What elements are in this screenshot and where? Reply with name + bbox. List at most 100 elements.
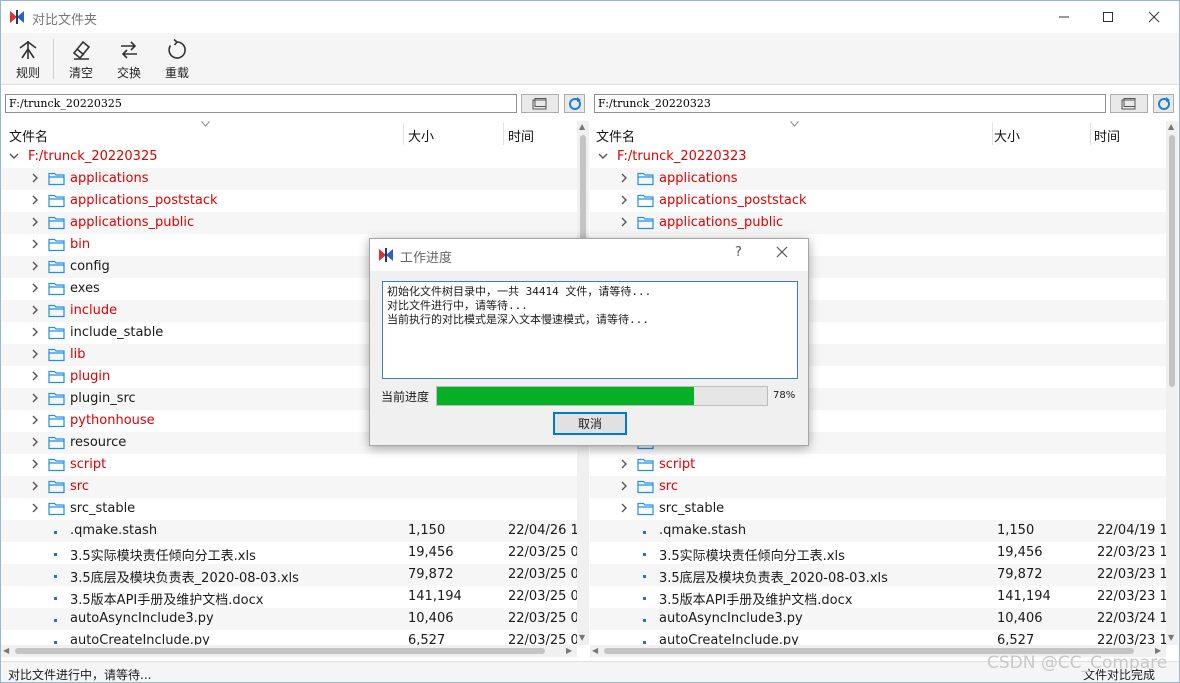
file-time: 22/03/25 0 [508, 611, 577, 626]
chevron-right-icon[interactable] [28, 325, 42, 339]
scroll-up-icon[interactable]: ▲ [1168, 122, 1174, 131]
chevron-right-icon[interactable] [617, 193, 631, 207]
left-refresh-button[interactable] [564, 94, 585, 113]
chevron-right-icon[interactable] [617, 479, 631, 493]
progress-log[interactable]: 初始化文件树目录中，一共 34414 文件，请等待... 对比文件进行中，请等待… [382, 281, 798, 379]
help-button[interactable]: ? [735, 245, 742, 260]
chevron-right-icon[interactable] [28, 413, 42, 427]
tree-root[interactable]: F:/trunck_20220323 [590, 146, 1166, 168]
folder-row[interactable]: applications_poststack [1, 190, 577, 212]
left-browse-button[interactable] [521, 94, 559, 113]
left-horizontal-scrollbar[interactable]: ◀ ▶ [1, 645, 577, 657]
left-horizontal-scroll-thumb[interactable] [15, 648, 545, 654]
file-row[interactable]: 3.5版本API手册及维护文档.docx 141,194 22/03/23 1 [590, 586, 1166, 608]
tree-root[interactable]: F:/trunck_20220325 [1, 146, 577, 168]
chevron-right-icon[interactable] [28, 215, 42, 229]
folder-row[interactable]: applications_public [1, 212, 577, 234]
column-size[interactable]: 大小 [408, 126, 434, 145]
maximize-button[interactable] [1085, 1, 1131, 33]
scroll-down-icon[interactable]: ▼ [1168, 633, 1174, 642]
column-size[interactable]: 大小 [994, 126, 1020, 145]
watermark: CSDN @CC_Compare [987, 653, 1168, 673]
cancel-button[interactable]: 取消 [553, 412, 627, 435]
chevron-right-icon[interactable] [28, 501, 42, 515]
window-title: 对比文件夹 [32, 13, 98, 28]
minimize-button[interactable] [1041, 1, 1087, 33]
chevron-right-icon[interactable] [28, 457, 42, 471]
file-row[interactable]: autoCreateInclude.py 6,527 22/03/23 1 [590, 630, 1166, 645]
chevron-right-icon[interactable] [28, 281, 42, 295]
clear-button[interactable]: 清空 [60, 35, 102, 81]
dialog-body: 初始化文件树目录中，一共 34414 文件，请等待... 对比文件进行中，请等待… [370, 271, 808, 445]
file-time: 22/03/23 1 [1097, 567, 1166, 582]
close-button[interactable] [1131, 1, 1177, 33]
column-divider[interactable] [503, 123, 504, 145]
file-row[interactable]: .qmake.stash 1,150 22/04/26 1 [1, 520, 577, 542]
folder-row[interactable]: script [1, 454, 577, 476]
column-time[interactable]: 时间 [1094, 126, 1120, 145]
right-vertical-scroll-thumb[interactable] [1169, 135, 1175, 387]
chevron-right-icon[interactable] [28, 303, 42, 317]
file-row[interactable]: 3.5实际模块责任倾向分工表.xls 19,456 22/03/25 0 [1, 542, 577, 564]
dialog-close-button[interactable] [776, 243, 788, 262]
file-row[interactable]: autoAsyncInclude3.py 10,406 22/03/24 1 [590, 608, 1166, 630]
right-refresh-button[interactable] [1153, 94, 1174, 113]
rules-button[interactable]: 规则 [7, 35, 49, 81]
chevron-right-icon[interactable] [28, 391, 42, 405]
scroll-left-icon[interactable]: ◀ [3, 646, 9, 655]
scroll-left-icon[interactable]: ◀ [592, 646, 598, 655]
file-row[interactable]: 3.5实际模块责任倾向分工表.xls 19,456 22/03/23 1 [590, 542, 1166, 564]
file-row[interactable]: .qmake.stash 1,150 22/04/19 1 [590, 520, 1166, 542]
left-path-input[interactable] [5, 94, 517, 113]
folder-row[interactable]: applications_public [590, 212, 1166, 234]
folder-row[interactable]: script [590, 454, 1166, 476]
chevron-right-icon[interactable] [28, 479, 42, 493]
file-row[interactable]: 3.5底层及模块负责表_2020-08-03.xls 79,872 22/03/25… [1, 564, 577, 586]
eraser-icon [72, 40, 91, 60]
browse-folder-icon [532, 97, 547, 109]
swap-button[interactable]: 交换 [108, 35, 150, 81]
column-name[interactable]: 文件名 [9, 126, 48, 145]
column-divider[interactable] [992, 123, 993, 145]
folder-row[interactable]: src_stable [590, 498, 1166, 520]
file-icon [54, 531, 57, 534]
scroll-right-icon[interactable]: ▶ [566, 646, 572, 655]
chevron-right-icon[interactable] [617, 457, 631, 471]
column-time[interactable]: 时间 [508, 126, 534, 145]
file-row[interactable]: 3.5版本API手册及维护文档.docx 141,194 22/03/25 0 [1, 586, 577, 608]
file-row[interactable]: 3.5底层及模块负责表_2020-08-03.xls 79,872 22/03/23… [590, 564, 1166, 586]
folder-row[interactable]: src_stable [1, 498, 577, 520]
chevron-down-icon[interactable] [7, 149, 21, 163]
right-vertical-scrollbar[interactable]: ▲ ▼ [1166, 121, 1178, 645]
folder-row[interactable]: src [590, 476, 1166, 498]
file-row[interactable]: autoCreateInclude.py 6,527 22/03/25 0 [1, 630, 577, 645]
right-browse-button[interactable] [1110, 94, 1148, 113]
chevron-right-icon[interactable] [617, 171, 631, 185]
column-name[interactable]: 文件名 [596, 126, 635, 145]
chevron-right-icon[interactable] [28, 259, 42, 273]
chevron-down-icon[interactable] [596, 149, 610, 163]
chevron-right-icon[interactable] [28, 193, 42, 207]
right-path-input[interactable] [594, 94, 1106, 113]
folder-row[interactable]: applications [1, 168, 577, 190]
refresh-icon [1157, 96, 1170, 110]
folder-row[interactable]: applications [590, 168, 1166, 190]
folder-row[interactable]: src [1, 476, 577, 498]
column-divider[interactable] [1090, 123, 1091, 145]
folder-row[interactable]: applications_poststack [590, 190, 1166, 212]
chevron-right-icon[interactable] [28, 369, 42, 383]
chevron-right-icon[interactable] [28, 237, 42, 251]
chevron-right-icon[interactable] [617, 501, 631, 515]
file-row[interactable]: autoAsyncInclude3.py 10,406 22/03/25 0 [1, 608, 577, 630]
scroll-down-icon[interactable]: ▼ [579, 633, 585, 642]
scroll-up-icon[interactable]: ▲ [579, 122, 585, 131]
file-time: 22/04/19 1 [1097, 523, 1166, 538]
chevron-right-icon[interactable] [28, 171, 42, 185]
folder-name: src [70, 479, 89, 494]
chevron-right-icon[interactable] [28, 435, 42, 449]
reload-button[interactable]: 重载 [156, 35, 198, 81]
chevron-right-icon[interactable] [617, 215, 631, 229]
column-divider[interactable] [403, 123, 404, 145]
folder-name: resource [70, 435, 127, 450]
chevron-right-icon[interactable] [28, 347, 42, 361]
